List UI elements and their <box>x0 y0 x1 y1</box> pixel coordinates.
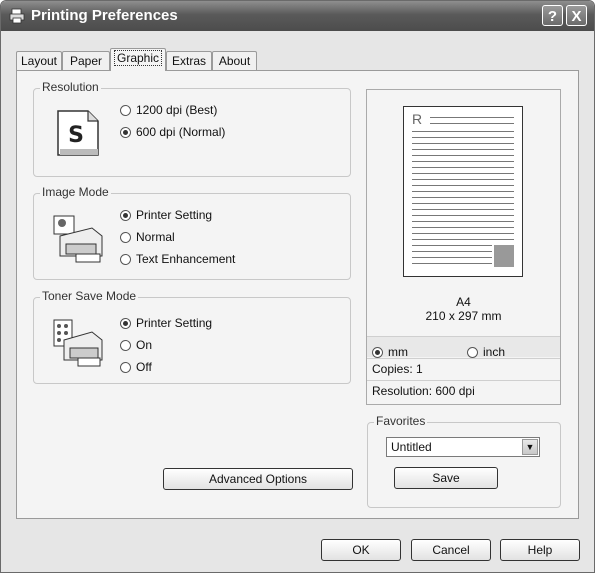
resolution-option-600[interactable]: 600 dpi (Normal) <box>120 125 225 139</box>
document-s-icon: S <box>57 110 99 156</box>
image-mode-group-label: Image Mode <box>40 185 111 199</box>
radio-checked-icon <box>372 347 383 358</box>
image-mode-text-enhancement[interactable]: Text Enhancement <box>120 252 235 266</box>
radio-icon <box>120 339 131 351</box>
page-preview-panel: R A4 210 x 297 mm mm inch Copies: 1 Reso… <box>366 89 561 405</box>
radio-icon <box>120 361 131 373</box>
printer-image-icon <box>53 215 103 263</box>
paper-size: 210 x 297 mm <box>425 309 502 323</box>
advanced-options-button[interactable]: Advanced Options <box>163 468 353 490</box>
page-thumbnail: R <box>403 106 523 277</box>
tab-paper[interactable]: Paper <box>62 51 110 70</box>
printing-preferences-window: Printing Preferences ? X Layout Paper Gr… <box>0 0 595 573</box>
close-button[interactable]: X <box>566 5 587 26</box>
radio-icon <box>120 253 131 265</box>
resolution-group: Resolution S 1200 dpi (Best) 600 dpi (No… <box>33 80 351 177</box>
resolution-group-label: Resolution <box>40 80 101 94</box>
toner-save-group-label: Toner Save Mode <box>40 289 139 303</box>
cancel-button[interactable]: Cancel <box>411 539 491 561</box>
tab-graphic[interactable]: Graphic <box>110 48 166 71</box>
ok-button[interactable]: OK <box>321 539 401 561</box>
tab-extras[interactable]: Extras <box>166 51 212 70</box>
page-image-block <box>494 245 514 267</box>
favorites-group: Favorites Untitled ▼ Save <box>367 414 561 508</box>
window-title: Printing Preferences <box>31 7 178 24</box>
help-button[interactable]: Help <box>500 539 580 561</box>
image-mode-group: Image Mode Printer Setting Normal Text E… <box>33 185 351 280</box>
toner-printer-setting[interactable]: Printer Setting <box>120 316 212 330</box>
resolution-option-1200[interactable]: 1200 dpi (Best) <box>120 103 217 117</box>
toner-save-group: Toner Save Mode Printer Setting On Off <box>33 289 351 384</box>
favorites-group-label: Favorites <box>374 414 428 428</box>
image-mode-normal[interactable]: Normal <box>120 230 175 244</box>
toner-on[interactable]: On <box>120 338 152 352</box>
radio-checked-icon <box>120 209 131 221</box>
save-favorite-button[interactable]: Save <box>394 467 498 489</box>
radio-checked-icon <box>120 317 131 329</box>
page-letter: R <box>412 111 423 127</box>
radio-checked-icon <box>120 126 131 138</box>
favorites-select[interactable]: Untitled ▼ <box>386 437 540 457</box>
copies-info: Copies: 1 <box>367 358 560 379</box>
unit-row: mm inch <box>367 336 560 359</box>
image-mode-printer-setting[interactable]: Printer Setting <box>120 208 212 222</box>
toner-off[interactable]: Off <box>120 360 152 374</box>
resolution-info: Resolution: 600 dpi <box>367 380 560 401</box>
radio-icon <box>120 104 131 116</box>
printer-toner-icon <box>53 319 103 367</box>
tab-about[interactable]: About <box>212 51 257 70</box>
printer-app-icon <box>9 8 25 24</box>
chevron-down-icon[interactable]: ▼ <box>522 439 538 455</box>
help-title-button[interactable]: ? <box>542 5 563 26</box>
paper-name: A4 <box>456 295 471 309</box>
tab-layout[interactable]: Layout <box>16 51 62 70</box>
title-bar[interactable]: Printing Preferences ? X <box>1 1 594 31</box>
radio-icon <box>120 231 131 243</box>
radio-icon <box>467 347 478 358</box>
svg-text:S: S <box>68 123 84 148</box>
